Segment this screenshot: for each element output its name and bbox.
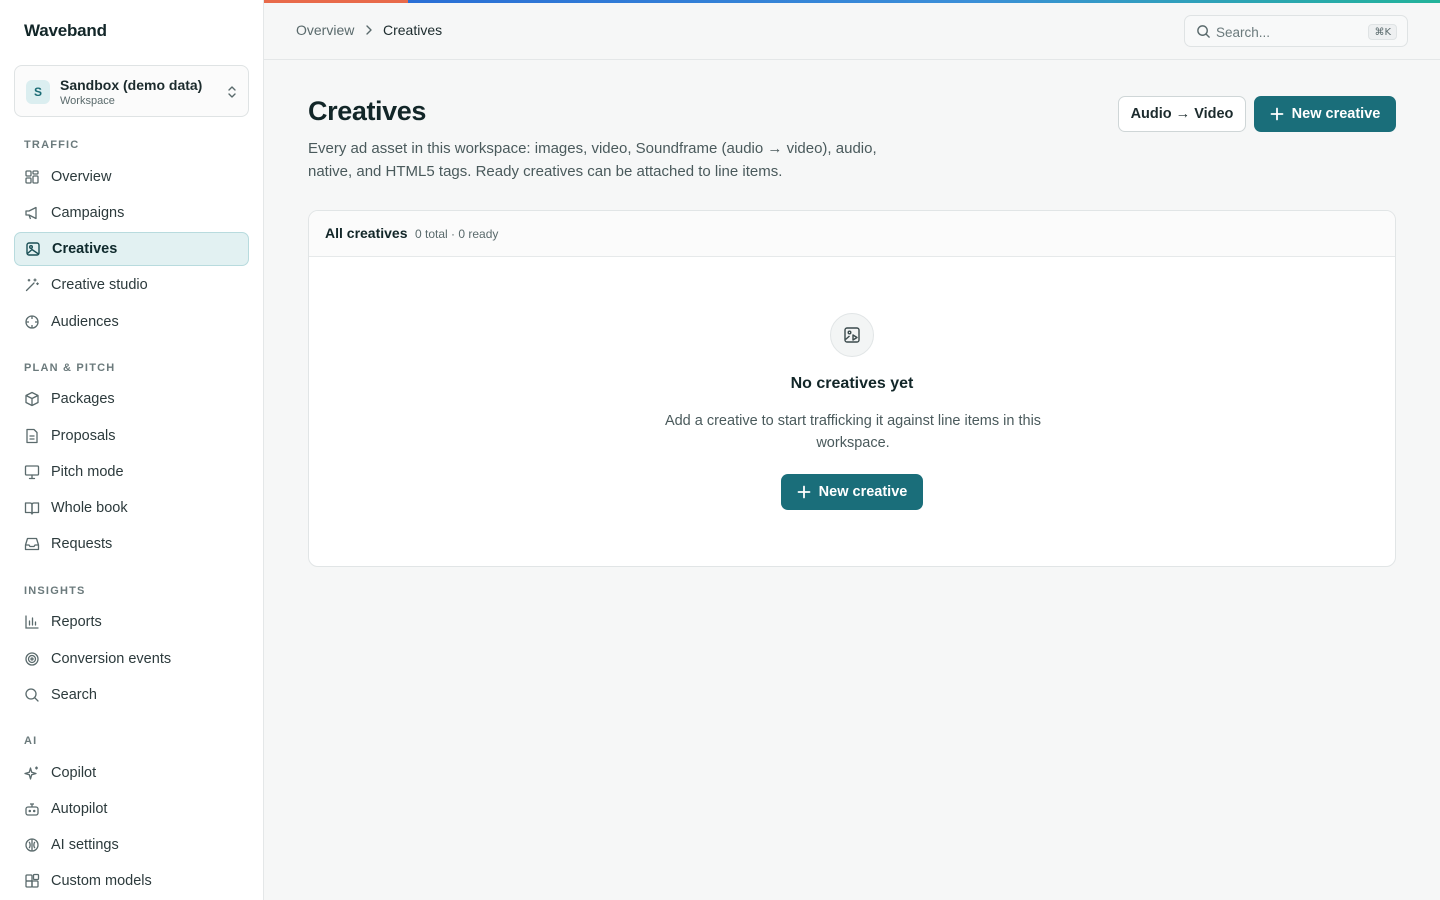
sidebar-item-campaigns[interactable]: Campaigns bbox=[14, 196, 249, 230]
wand-icon bbox=[24, 277, 40, 293]
bot-icon bbox=[24, 801, 40, 817]
blocks-icon bbox=[24, 873, 40, 889]
sidebar-item-label: Copilot bbox=[51, 765, 97, 781]
image-play-icon bbox=[844, 327, 860, 343]
page-title: Creatives bbox=[308, 96, 426, 126]
sidebar-item-label: Creative studio bbox=[51, 277, 148, 293]
sidebar-item-label: Packages bbox=[51, 391, 115, 407]
card-header: All creatives 0 total · 0 ready bbox=[309, 211, 1395, 257]
megaphone-icon bbox=[24, 205, 40, 221]
chevron-right-icon bbox=[366, 25, 372, 35]
sidebar-item-label: Pitch mode bbox=[51, 464, 124, 480]
section-label-traffic: TRAFFIC bbox=[24, 139, 80, 151]
sidebar-item-packages[interactable]: Packages bbox=[14, 382, 249, 416]
card-title: All creatives bbox=[325, 225, 408, 241]
brain-icon bbox=[24, 837, 40, 853]
plus-icon bbox=[797, 485, 811, 499]
empty-state-icon bbox=[830, 313, 874, 357]
plus-icon bbox=[1270, 107, 1284, 121]
package-icon bbox=[24, 391, 40, 407]
image-icon bbox=[25, 241, 41, 257]
workspace-subtitle: Workspace bbox=[60, 95, 115, 107]
workspace-avatar: S bbox=[26, 80, 50, 104]
sidebar-item-custom-models[interactable]: Custom models bbox=[14, 864, 249, 898]
sidebar-item-autopilot[interactable]: Autopilot bbox=[14, 792, 249, 826]
sidebar-item-label: Proposals bbox=[51, 428, 116, 444]
inbox-icon bbox=[24, 536, 40, 552]
sidebar-item-reports[interactable]: Reports bbox=[14, 605, 249, 639]
empty-state-description: Add a creative to start trafficking it a… bbox=[664, 413, 1042, 451]
empty-new-creative-button[interactable]: New creative bbox=[781, 474, 923, 510]
book-icon bbox=[24, 500, 40, 516]
sidebar-item-copilot[interactable]: Copilot bbox=[14, 756, 249, 790]
accent-strip bbox=[264, 0, 1440, 3]
sidebar-item-requests[interactable]: Requests bbox=[14, 527, 249, 561]
sidebar-item-creatives[interactable]: Creatives bbox=[14, 232, 249, 266]
empty-new-creative-label: New creative bbox=[818, 484, 908, 500]
sidebar-item-label: Search bbox=[51, 687, 97, 703]
sidebar-item-overview[interactable]: Overview bbox=[14, 160, 249, 194]
sidebar-item-label: Audiences bbox=[51, 314, 119, 330]
sidebar-item-pitch-mode[interactable]: Pitch mode bbox=[14, 455, 249, 489]
sidebar-item-whole-book[interactable]: Whole book bbox=[14, 491, 249, 525]
chevrons-up-down-icon bbox=[228, 86, 236, 98]
sidebar-item-label: Creatives bbox=[52, 241, 118, 257]
section-label-plan-pitch: PLAN & PITCH bbox=[24, 362, 116, 374]
grid-icon bbox=[24, 169, 40, 185]
sidebar-item-label: Overview bbox=[51, 169, 112, 185]
sidebar-item-label: Whole book bbox=[51, 500, 128, 516]
bar-chart-icon bbox=[24, 614, 40, 630]
shortcut-hint: ⌘K bbox=[1368, 24, 1397, 40]
sidebar-item-label: Conversion events bbox=[51, 651, 172, 667]
audio-to-video-button[interactable]: Audio → Video bbox=[1118, 96, 1246, 132]
sparkles-icon bbox=[24, 765, 40, 781]
search-icon bbox=[24, 687, 40, 703]
creatives-count: 0 total · 0 ready bbox=[415, 227, 499, 241]
sidebar-item-proposals[interactable]: Proposals bbox=[14, 419, 249, 453]
breadcrumb-current: Creatives bbox=[383, 22, 443, 38]
sidebar-item-label: Autopilot bbox=[51, 801, 108, 817]
sidebar-item-search[interactable]: Search bbox=[14, 678, 249, 712]
sidebar-item-label: Reports bbox=[51, 614, 102, 630]
sidebar-item-label: Requests bbox=[51, 536, 113, 552]
sidebar-item-label: Custom models bbox=[51, 873, 152, 889]
workspace-name: Sandbox (demo data) bbox=[60, 77, 203, 93]
section-label-insights: INSIGHTS bbox=[24, 585, 86, 597]
search-input[interactable] bbox=[1216, 21, 1366, 43]
global-search[interactable]: ⌘K bbox=[1184, 15, 1408, 47]
empty-state-title: No creatives yet bbox=[790, 375, 914, 392]
workspace-switcher[interactable]: S Sandbox (demo data) Workspace bbox=[14, 65, 249, 117]
presentation-icon bbox=[24, 464, 40, 480]
target-icon bbox=[24, 651, 40, 667]
brand-logo[interactable]: Waveband bbox=[24, 21, 107, 41]
sidebar-item-label: Campaigns bbox=[51, 205, 125, 221]
breadcrumb-overview[interactable]: Overview bbox=[296, 22, 354, 38]
document-icon bbox=[24, 428, 40, 444]
new-creative-button[interactable]: New creative bbox=[1254, 96, 1396, 132]
new-creative-label: New creative bbox=[1291, 106, 1381, 122]
sidebar-item-creative-studio[interactable]: Creative studio bbox=[14, 268, 249, 302]
sidebar-item-ai-settings[interactable]: AI settings bbox=[14, 828, 249, 862]
sidebar-item-label: AI settings bbox=[51, 837, 119, 853]
sidebar: Waveband S Sandbox (demo data) Workspace… bbox=[0, 0, 264, 900]
sidebar-item-conversion-events[interactable]: Conversion events bbox=[14, 642, 249, 676]
search-icon bbox=[1197, 25, 1210, 38]
page-description: Every ad asset in this workspace: images… bbox=[308, 140, 877, 180]
sidebar-item-audiences[interactable]: Audiences bbox=[14, 305, 249, 339]
section-label-ai: AI bbox=[24, 735, 38, 747]
crosshair-icon bbox=[24, 314, 40, 330]
creatives-card: All creatives 0 total · 0 ready No creat… bbox=[308, 210, 1396, 567]
